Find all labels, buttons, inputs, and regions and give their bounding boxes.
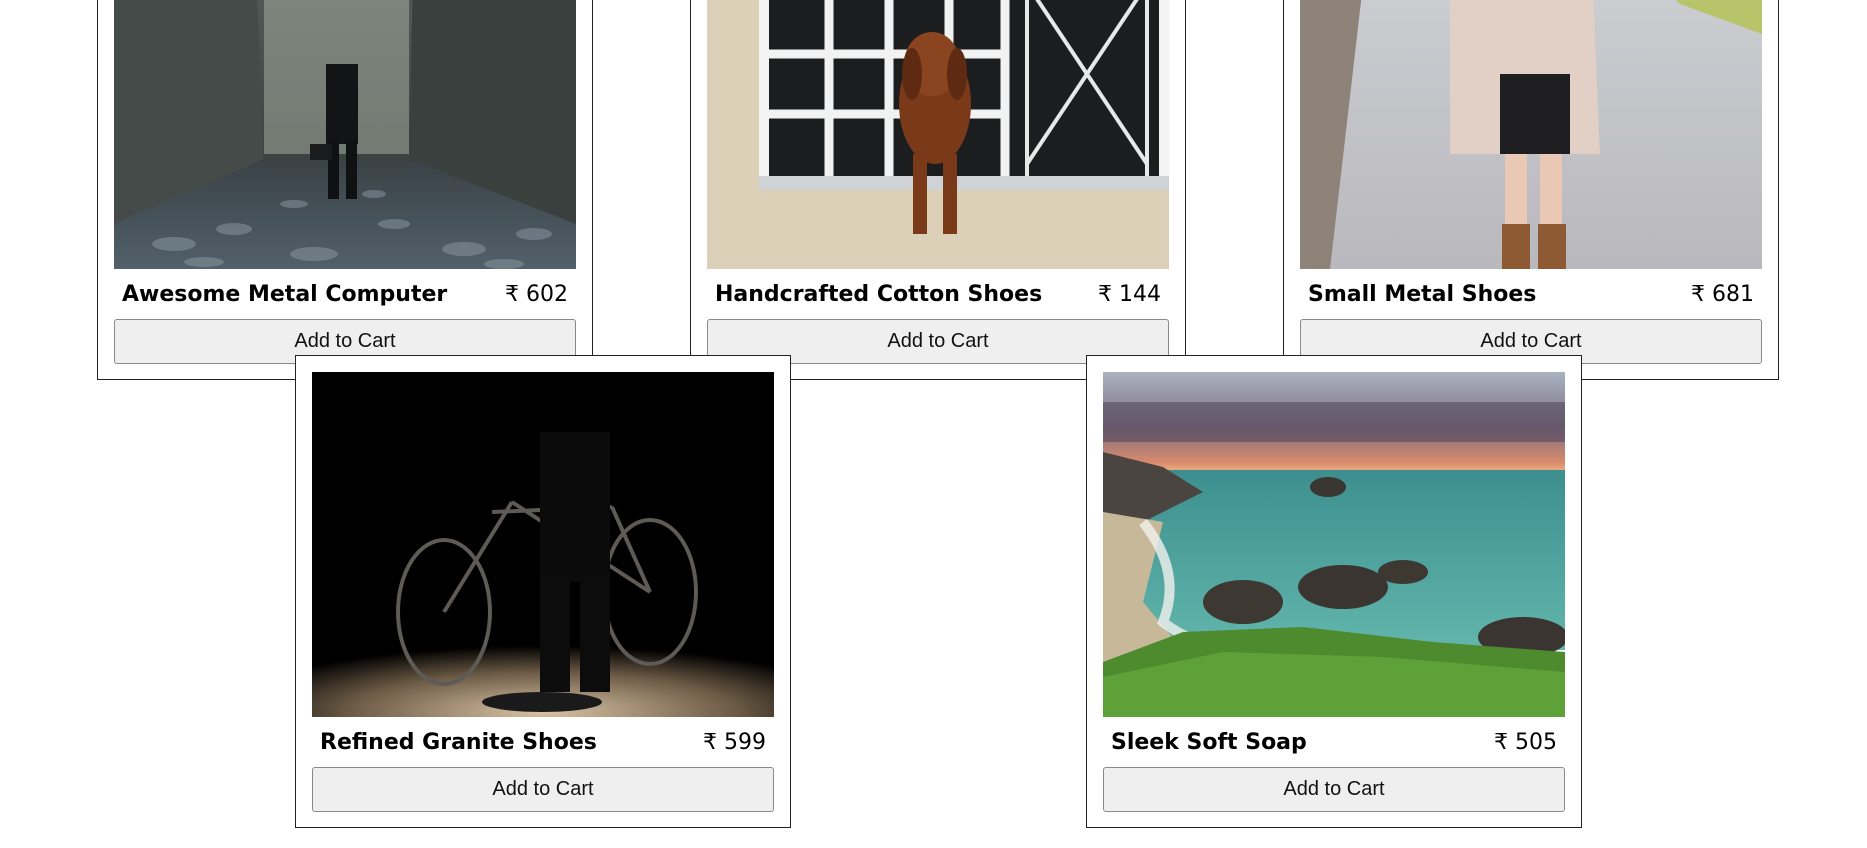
product-grid: Awesome Metal Computer ₹ 602 Add to Cart	[0, 0, 1867, 848]
product-card: Refined Granite Shoes ₹ 599 Add to Cart	[295, 355, 791, 828]
add-to-cart-button[interactable]: Add to Cart	[1103, 767, 1565, 812]
product-image	[1300, 0, 1762, 269]
add-to-cart-button[interactable]: Add to Cart	[312, 767, 774, 812]
product-image	[114, 0, 576, 269]
product-image	[707, 0, 1169, 269]
product-price: ₹ 681	[1691, 281, 1754, 307]
product-name: Refined Granite Shoes	[320, 729, 597, 755]
product-name: Small Metal Shoes	[1308, 281, 1537, 307]
product-price: ₹ 144	[1098, 281, 1161, 307]
product-card: Handcrafted Cotton Shoes ₹ 144 Add to Ca…	[690, 0, 1186, 380]
product-image	[312, 372, 774, 717]
product-name: Awesome Metal Computer	[122, 281, 448, 307]
product-price: ₹ 599	[703, 729, 766, 755]
product-card: Awesome Metal Computer ₹ 602 Add to Cart	[97, 0, 593, 380]
product-name: Handcrafted Cotton Shoes	[715, 281, 1043, 307]
product-name: Sleek Soft Soap	[1111, 729, 1307, 755]
product-card: Small Metal Shoes ₹ 681 Add to Cart	[1283, 0, 1779, 380]
product-price: ₹ 602	[505, 281, 568, 307]
product-price: ₹ 505	[1494, 729, 1557, 755]
product-image	[1103, 372, 1565, 717]
product-card: Sleek Soft Soap ₹ 505 Add to Cart	[1086, 355, 1582, 828]
